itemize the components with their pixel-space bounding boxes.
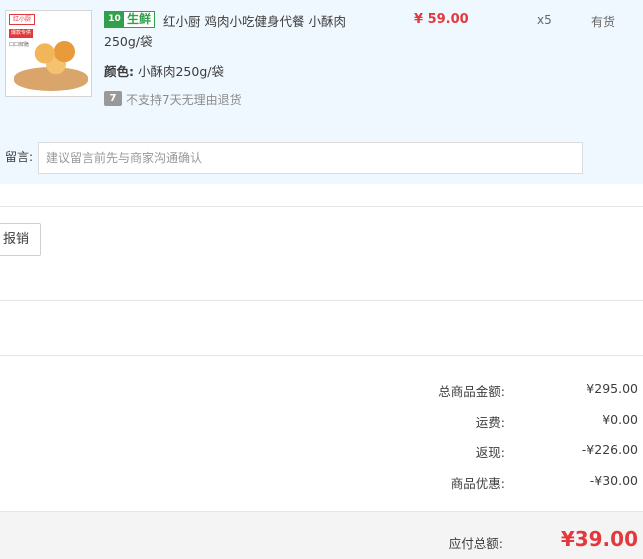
unit-price: ¥ 59.00 [414, 12, 469, 27]
thumbnail-tag: 爆款专供 [9, 29, 33, 38]
section-divider [0, 300, 643, 301]
total-label: 应付总额: [448, 536, 503, 551]
thumbnail-brand-logo: 红小厨 [9, 14, 35, 25]
summary-label: 运费: [475, 415, 505, 430]
product-thumbnail[interactable]: 红小厨 爆款专供 口口鲜脆 [5, 10, 92, 97]
reimburse-button[interactable]: 报销 [0, 223, 41, 256]
summary-label: 总商品金额: [438, 384, 505, 399]
summary-row-cashback: 返现: -¥226.00 [0, 442, 643, 462]
fried-pork-graphic [28, 39, 84, 75]
property-value: 小酥肉250g/袋 [137, 64, 224, 79]
memo-label: 留言: [5, 150, 34, 164]
summary-row-total-goods: 总商品金额: ¥295.00 [0, 381, 643, 401]
summary-value: -¥30.00 [589, 473, 638, 488]
order-item-panel: 红小厨 爆款专供 口口鲜脆 红小厨 鸡肉小吃健身代餐 小酥肉250g/袋 10 … [0, 0, 643, 184]
summary-row-shipping: 运费: ¥0.00 [0, 412, 643, 432]
thumbnail-subtext: 口口鲜脆 [9, 42, 30, 48]
quantity: x5 [537, 13, 552, 27]
summary-value: ¥0.00 [602, 412, 638, 427]
no-return-icon: 7 [104, 91, 122, 106]
summary-value: ¥295.00 [586, 381, 638, 396]
stock-status: 有货 [591, 15, 616, 29]
property-label: 颜色: [104, 64, 134, 79]
summary-label: 商品优惠: [450, 476, 505, 491]
return-policy-note: 不支持7天无理由退货 [126, 93, 242, 107]
total-amount: ¥39.00 [560, 527, 638, 551]
summary-row-discount: 商品优惠: -¥30.00 [0, 473, 643, 493]
section-divider [0, 355, 643, 356]
fresh-badge: 10 生鲜 [104, 11, 156, 28]
summary-value: -¥226.00 [581, 442, 638, 457]
memo-input[interactable] [38, 142, 583, 174]
fresh-badge-text: 生鲜 [127, 12, 152, 26]
summary-label: 返现: [475, 445, 505, 460]
product-property: 颜色: 小酥肉250g/袋 [104, 61, 224, 80]
total-bar: 应付总额: ¥39.00 [0, 511, 643, 559]
fresh-icon: 10 [105, 12, 124, 27]
section-divider [0, 206, 643, 207]
